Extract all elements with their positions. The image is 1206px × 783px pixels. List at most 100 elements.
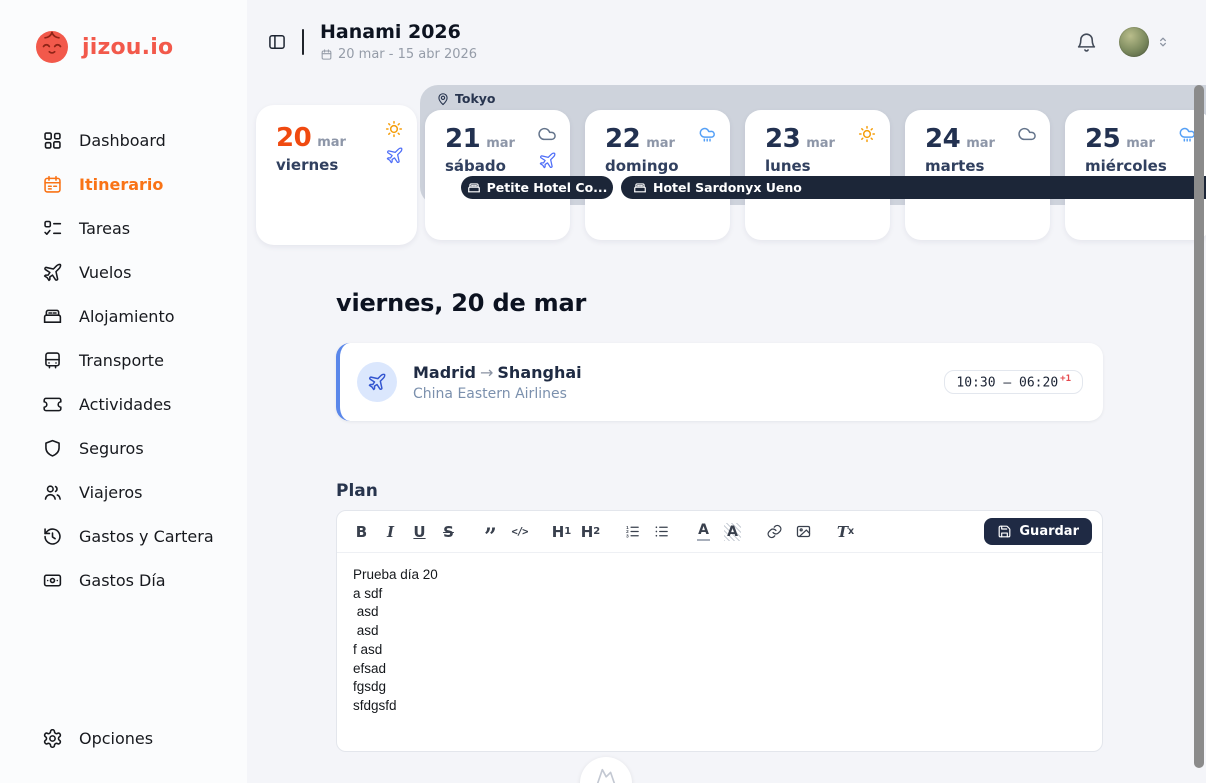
italic-button[interactable]: I bbox=[378, 519, 403, 544]
bold-button[interactable]: B bbox=[349, 519, 374, 544]
svg-text:3: 3 bbox=[626, 533, 629, 538]
sidebar-item-transporte[interactable]: Transporte bbox=[0, 338, 247, 382]
day-card-21-mar[interactable]: 21marsábado bbox=[425, 110, 570, 240]
shield-icon bbox=[42, 438, 63, 459]
sidebar-item-tareas[interactable]: Tareas bbox=[0, 206, 247, 250]
day-number: 20 bbox=[276, 123, 311, 153]
bed-icon bbox=[467, 181, 481, 195]
day-card-24-mar[interactable]: 24marmartes bbox=[905, 110, 1050, 240]
gear-icon bbox=[42, 728, 63, 749]
highlight-button[interactable]: A bbox=[720, 519, 745, 544]
plane-icon bbox=[367, 372, 387, 392]
sidebar-toggle-button[interactable] bbox=[267, 32, 287, 52]
sidebar-item-gastos-día[interactable]: Gastos Día bbox=[0, 558, 247, 602]
plan-text-line: efsad bbox=[353, 660, 1086, 679]
blockquote-button[interactable]: ” bbox=[478, 519, 503, 544]
trip-header: Hanami 2026 20 mar - 15 abr 2026 bbox=[320, 22, 477, 62]
bus-icon bbox=[42, 350, 63, 371]
plane-icon bbox=[42, 262, 63, 283]
trip-date-range: 20 mar - 15 abr 2026 bbox=[320, 47, 477, 62]
link-button[interactable] bbox=[762, 519, 787, 544]
flight-destination: Shanghai bbox=[497, 363, 581, 382]
flight-info: Madrid→Shanghai China Eastern Airlines bbox=[413, 363, 582, 402]
sidebar-item-alojamiento[interactable]: Alojamiento bbox=[0, 294, 247, 338]
day-month: mar bbox=[1126, 136, 1155, 151]
hotel-bar-1[interactable]: Petite Hotel Co... bbox=[461, 176, 613, 199]
sidebar-item-vuelos[interactable]: Vuelos bbox=[0, 250, 247, 294]
day-month: mar bbox=[966, 136, 995, 151]
sidebar-item-gastos-y-cartera[interactable]: Gastos y Cartera bbox=[0, 514, 247, 558]
save-button-label: Guardar bbox=[1019, 524, 1079, 539]
brand-logo[interactable]: jizou.io bbox=[34, 29, 173, 65]
trip-title: Hanami 2026 bbox=[320, 22, 477, 44]
brand-name: jizou.io bbox=[82, 35, 173, 60]
sidebar-footer: Opciones bbox=[0, 716, 247, 760]
jizou-logo-icon bbox=[34, 29, 70, 65]
day-card-23-mar[interactable]: 23marlunes bbox=[745, 110, 890, 240]
day-heading: viernes, 20 de mar bbox=[336, 289, 586, 317]
image-icon bbox=[795, 523, 812, 540]
add-image-button[interactable] bbox=[580, 757, 632, 783]
sidebar-item-itinerario[interactable]: Itinerario bbox=[0, 162, 247, 206]
hotel-name: Hotel Sardonyx Ueno bbox=[653, 180, 802, 195]
user-menu[interactable] bbox=[1119, 27, 1170, 57]
weather-rainy-icon bbox=[697, 124, 717, 144]
plan-text-line: fgsdg bbox=[353, 678, 1086, 697]
sidebar-item-viajeros[interactable]: Viajeros bbox=[0, 470, 247, 514]
day-card-22-mar[interactable]: 22mardomingo bbox=[585, 110, 730, 240]
bed-icon bbox=[42, 306, 63, 327]
save-button[interactable]: Guardar bbox=[984, 518, 1092, 545]
notifications-button[interactable] bbox=[1076, 32, 1097, 53]
day-card-20-mar[interactable]: 20marviernes bbox=[256, 105, 417, 245]
clear-formatting-button[interactable]: Tx bbox=[833, 519, 858, 544]
rain-icon bbox=[697, 124, 717, 144]
sidebar-item-label: Seguros bbox=[79, 439, 144, 458]
vertical-scrollbar[interactable] bbox=[1194, 85, 1204, 768]
sun-icon bbox=[384, 119, 404, 139]
sidebar-item-label: Viajeros bbox=[79, 483, 142, 502]
flight-card[interactable]: Madrid→Shanghai China Eastern Airlines 1… bbox=[336, 343, 1103, 421]
hotel-bars: Petite Hotel Co... Hotel Sardonyx Ueno bbox=[247, 176, 1206, 199]
day-month: mar bbox=[646, 136, 675, 151]
strikethrough-button[interactable]: S bbox=[436, 519, 461, 544]
plan-text-line: sfdgsfd bbox=[353, 697, 1086, 716]
sidebar-item-label: Tareas bbox=[79, 219, 130, 238]
sidebar-item-label: Itinerario bbox=[79, 175, 163, 194]
bullet-list-button[interactable] bbox=[649, 519, 674, 544]
sidebar-item-actividades[interactable]: Actividades bbox=[0, 382, 247, 426]
plan-text-line: Prueba día 20 bbox=[353, 566, 1086, 585]
flight-avatar bbox=[357, 362, 397, 402]
sidebar-item-opciones[interactable]: Opciones bbox=[0, 716, 247, 760]
underline-button[interactable]: U bbox=[407, 519, 432, 544]
heading-1-button[interactable]: H1 bbox=[549, 519, 574, 544]
chevrons-up-down-icon bbox=[1156, 35, 1170, 49]
sidebar-item-dashboard[interactable]: Dashboard bbox=[0, 118, 247, 162]
plan-text-line: asd bbox=[353, 622, 1086, 641]
ticket-icon bbox=[42, 394, 63, 415]
sidebar: jizou.io Dashboard Itinerario Tareas Vuelos… bbox=[0, 0, 247, 783]
day-weekday: miércoles bbox=[1085, 157, 1196, 175]
sidebar-item-label: Vuelos bbox=[79, 263, 131, 282]
ordered-list-button[interactable]: 123 bbox=[620, 519, 645, 544]
day-number: 21 bbox=[445, 124, 480, 154]
arrow-right-icon: → bbox=[476, 363, 497, 382]
image-button[interactable] bbox=[791, 519, 816, 544]
grid-icon bbox=[42, 130, 63, 151]
day-card-25-mar[interactable]: 25marmiércoles bbox=[1065, 110, 1206, 240]
sidebar-item-seguros[interactable]: Seguros bbox=[0, 426, 247, 470]
mountains-icon bbox=[595, 766, 617, 783]
text-color-button[interactable]: A bbox=[691, 519, 716, 544]
hotel-bar-2[interactable]: Hotel Sardonyx Ueno bbox=[621, 176, 1206, 199]
calendar-icon bbox=[42, 174, 63, 195]
sidebar-item-label: Opciones bbox=[79, 729, 153, 748]
code-button[interactable]: </> bbox=[507, 519, 532, 544]
heading-2-button[interactable]: H2 bbox=[578, 519, 603, 544]
bed-icon bbox=[633, 181, 647, 195]
history-icon bbox=[42, 526, 63, 547]
editor-content[interactable]: Prueba día 20a sdf asd asdf asdefsadfgsd… bbox=[337, 553, 1102, 751]
editor-toolbar: BIUS ”</> H1H2 123 AA Tx Guardar bbox=[337, 511, 1102, 553]
day-weekday: martes bbox=[925, 157, 1036, 175]
plan-title: Plan bbox=[336, 481, 378, 501]
topbar-right bbox=[1076, 27, 1170, 57]
weather-sunny-icon bbox=[384, 119, 404, 139]
